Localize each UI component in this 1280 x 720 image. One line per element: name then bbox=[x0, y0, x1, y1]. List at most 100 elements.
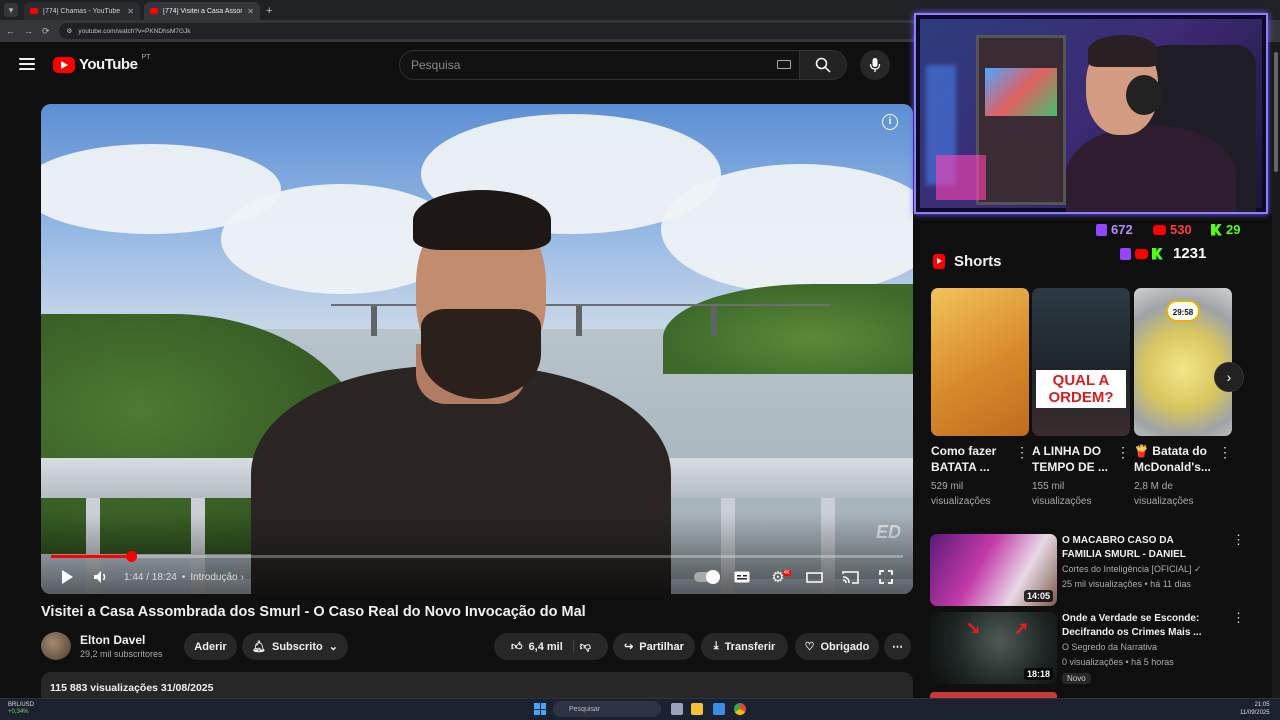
chapter-button[interactable]: Introdução bbox=[190, 572, 237, 583]
total-viewers: 1231 bbox=[1120, 245, 1206, 262]
dislike-button[interactable]: 👎︎ bbox=[580, 640, 591, 653]
shorts-next-button[interactable]: › bbox=[1214, 362, 1244, 392]
cast-icon bbox=[841, 570, 859, 584]
taskbar-widget[interactable]: BRL/USD +0,34% bbox=[8, 702, 34, 716]
video-more-icon[interactable]: ⋮ bbox=[1232, 610, 1245, 626]
kick-icon bbox=[1152, 247, 1163, 260]
video-channel[interactable]: Cortes do Inteligência [OFICIAL] ✓ bbox=[1062, 564, 1202, 575]
widget-label: BRL/USD bbox=[8, 702, 35, 708]
volume-icon bbox=[94, 571, 106, 583]
close-tab-icon[interactable]: ✕ bbox=[127, 7, 134, 16]
time-text: 1:44 / 18:24 bbox=[124, 571, 177, 583]
video-title[interactable]: Onde a Verdade se Esconde: Decifrando os… bbox=[1062, 612, 1212, 640]
video-channel[interactable]: O Segredo da Narrativa bbox=[1062, 642, 1157, 652]
play-button[interactable] bbox=[59, 564, 75, 590]
theater-icon bbox=[805, 571, 823, 583]
share-label: Partilhar bbox=[639, 640, 684, 653]
tab-title: [774] Chamas - YouTube bbox=[43, 7, 121, 15]
theater-mode-button[interactable] bbox=[805, 564, 823, 590]
shorts-title: Shorts bbox=[954, 253, 1002, 270]
taskbar-clock[interactable]: 21:05 11/09/2025 bbox=[1240, 701, 1270, 717]
scrollbar-thumb[interactable] bbox=[1274, 52, 1278, 172]
logo-text: YouTube bbox=[79, 56, 138, 73]
back-icon[interactable]: ← bbox=[6, 26, 15, 36]
task-view-icon[interactable] bbox=[671, 703, 683, 715]
reload-icon[interactable]: ⟳ bbox=[42, 26, 50, 37]
browser-menu-icon[interactable]: ▾ bbox=[4, 3, 18, 17]
youtube-count: 530 bbox=[1170, 222, 1192, 237]
progress-scrubber[interactable] bbox=[126, 551, 138, 562]
download-button[interactable]: ⤓ Transferir bbox=[701, 633, 788, 660]
video-more-icon[interactable]: ⋮ bbox=[1232, 532, 1245, 548]
volume-button[interactable] bbox=[91, 564, 111, 590]
arcade-cabinet bbox=[976, 35, 1066, 205]
like-count: 6,4 mil bbox=[528, 640, 563, 653]
voice-search-button[interactable] bbox=[860, 50, 890, 80]
video-player[interactable]: i ED 1:44 / 18:24 • Introdução › ⚙4K bbox=[41, 104, 913, 594]
browser-tab-active[interactable]: [774] Visitei a Casa Assombrad... ✕ bbox=[144, 2, 260, 20]
video-thumbnail[interactable]: 14:05 bbox=[930, 534, 1057, 606]
info-icon[interactable]: i bbox=[882, 114, 898, 130]
video-title[interactable]: O MACABRO CASO DA FAMILIA SMURL - DANIEL… bbox=[1062, 534, 1212, 562]
widget-value: +0,34% bbox=[8, 709, 29, 715]
browser-tab[interactable]: [774] Chamas - YouTube ✕ bbox=[24, 2, 140, 20]
recommended-video[interactable]: 14:05 O MACABRO CASO DA FAMILIA SMURL - … bbox=[930, 532, 1245, 606]
subtitles-button[interactable] bbox=[733, 564, 751, 590]
short-thumbnail[interactable] bbox=[931, 288, 1029, 436]
store-icon[interactable] bbox=[713, 703, 725, 715]
new-tab-button[interactable]: + bbox=[266, 5, 272, 17]
video-thumbnail[interactable]: ➘ ➚ 18:18 bbox=[930, 612, 1057, 684]
thanks-button[interactable]: ♡ Obrigado bbox=[795, 633, 879, 660]
more-actions-button[interactable]: ⋯ bbox=[884, 633, 911, 660]
file-explorer-icon[interactable] bbox=[691, 703, 703, 715]
like-dislike-group: 👍︎ 6,4 mil 👎︎ bbox=[494, 633, 608, 660]
share-button[interactable]: ↪ Partilhar bbox=[613, 633, 695, 660]
short-more-icon[interactable]: ⋮ bbox=[1218, 444, 1232, 461]
short-thumbnail[interactable]: 29:58 bbox=[1134, 288, 1232, 436]
join-button[interactable]: Aderir bbox=[184, 633, 237, 660]
chrome-icon[interactable] bbox=[734, 703, 746, 715]
recommended-video[interactable]: ➘ ➚ 18:18 Onde a Verdade se Esconde: Dec… bbox=[930, 610, 1245, 684]
autoplay-toggle[interactable] bbox=[693, 564, 720, 590]
subscribed-button[interactable]: 🔔︎ Subscrito ⌄ bbox=[242, 633, 348, 660]
arrow-icon: ➘ bbox=[966, 618, 982, 638]
thanks-icon: ♡ bbox=[804, 641, 815, 653]
video-duration: 18:18 bbox=[1023, 668, 1053, 680]
taskbar-search[interactable]: Pesquisar bbox=[553, 701, 661, 717]
keyboard-icon[interactable] bbox=[777, 60, 791, 69]
settings-button[interactable]: ⚙ 4K bbox=[769, 564, 791, 590]
thanks-label: Obrigado bbox=[820, 640, 870, 653]
video-meta: 25 mil visualizações • há 11 dias bbox=[1062, 579, 1192, 589]
short-more-icon[interactable]: ⋮ bbox=[1015, 444, 1029, 461]
windows-start-icon[interactable] bbox=[534, 703, 546, 715]
fullscreen-button[interactable] bbox=[877, 564, 895, 590]
forward-icon[interactable]: → bbox=[24, 26, 33, 36]
channel-name[interactable]: Elton Davel bbox=[80, 633, 145, 647]
short-title[interactable]: Como fazer BATATA ... bbox=[931, 443, 1011, 475]
page-scrollbar[interactable] bbox=[1272, 42, 1280, 698]
video-duration: 14:05 bbox=[1023, 590, 1053, 602]
youtube-play-icon bbox=[53, 56, 75, 73]
channel-avatar[interactable] bbox=[41, 632, 71, 660]
short-item[interactable]: Como fazer BATATA ... 529 mil visualizaç… bbox=[931, 288, 1029, 509]
like-button[interactable]: 👍︎ 6,4 mil bbox=[511, 640, 574, 653]
search-button[interactable] bbox=[800, 50, 847, 80]
short-more-icon[interactable]: ⋮ bbox=[1116, 444, 1130, 461]
site-info-icon[interactable]: ⚙ bbox=[67, 27, 73, 35]
hamburger-menu-icon[interactable] bbox=[19, 58, 35, 70]
close-tab-icon[interactable]: ✕ bbox=[247, 7, 254, 16]
short-title[interactable]: A LINHA DO TEMPO DE ... bbox=[1032, 443, 1112, 475]
short-thumbnail[interactable]: QUAL A ORDEM? bbox=[1032, 288, 1130, 436]
search-input[interactable]: Pesquisa bbox=[399, 50, 800, 80]
cast-button[interactable] bbox=[841, 564, 859, 590]
short-title[interactable]: 🍟 Batata do McDonald's... bbox=[1134, 443, 1214, 475]
short-item[interactable]: QUAL A ORDEM? A LINHA DO TEMPO DE ... 15… bbox=[1032, 288, 1130, 509]
progress-bar[interactable] bbox=[51, 551, 903, 562]
screen: ▾ [774] Chamas - YouTube ✕ [774] Visitei… bbox=[0, 0, 1280, 720]
download-label: Transferir bbox=[724, 640, 776, 653]
address-bar[interactable]: ⚙ youtube.com/watch?v=PKNDhsM7GJk bbox=[58, 23, 919, 39]
youtube-logo[interactable]: YouTube PT bbox=[53, 54, 150, 73]
short-item[interactable]: 29:58 🍟 Batata do McDonald's... 2,8 M de… bbox=[1134, 288, 1232, 509]
views-and-date: 115 883 visualizações 31/08/2025 bbox=[50, 682, 214, 694]
microphone-icon bbox=[869, 58, 881, 72]
